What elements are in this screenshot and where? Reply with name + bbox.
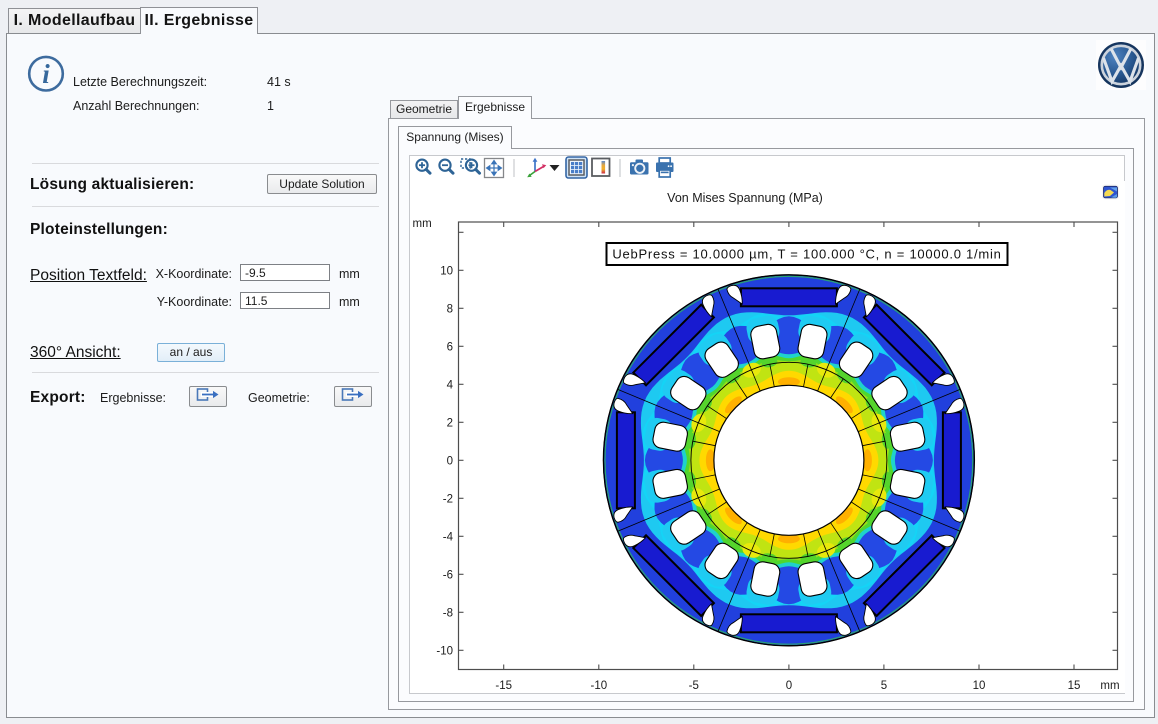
svg-text:i: i <box>42 59 50 89</box>
svg-text:0: 0 <box>446 456 452 468</box>
svg-text:-6: -6 <box>442 570 452 582</box>
svg-text:UebPress = 10.0000 µm, T = 100: UebPress = 10.0000 µm, T = 100.000 °C, n… <box>612 247 1001 262</box>
svg-text:mm: mm <box>1100 680 1119 692</box>
svg-text:10: 10 <box>972 680 985 692</box>
svg-text:-15: -15 <box>495 680 512 692</box>
svg-text:mm: mm <box>412 218 431 230</box>
svg-text:10: 10 <box>440 266 453 278</box>
svg-text:15: 15 <box>1067 680 1080 692</box>
svg-text:Von Mises Spannung (MPa): Von Mises Spannung (MPa) <box>667 191 823 205</box>
svg-text:-10: -10 <box>590 680 607 692</box>
svg-text:5: 5 <box>880 680 886 692</box>
svg-text:-4: -4 <box>442 532 453 544</box>
svg-text:2: 2 <box>446 418 452 430</box>
svg-text:-2: -2 <box>442 494 452 506</box>
svg-text:-10: -10 <box>436 646 453 658</box>
svg-text:8: 8 <box>446 304 452 316</box>
svg-text:-8: -8 <box>442 608 452 620</box>
svg-text:6: 6 <box>446 342 452 354</box>
svg-text:4: 4 <box>446 380 453 392</box>
svg-text:0: 0 <box>785 680 791 692</box>
svg-text:-5: -5 <box>688 680 698 692</box>
